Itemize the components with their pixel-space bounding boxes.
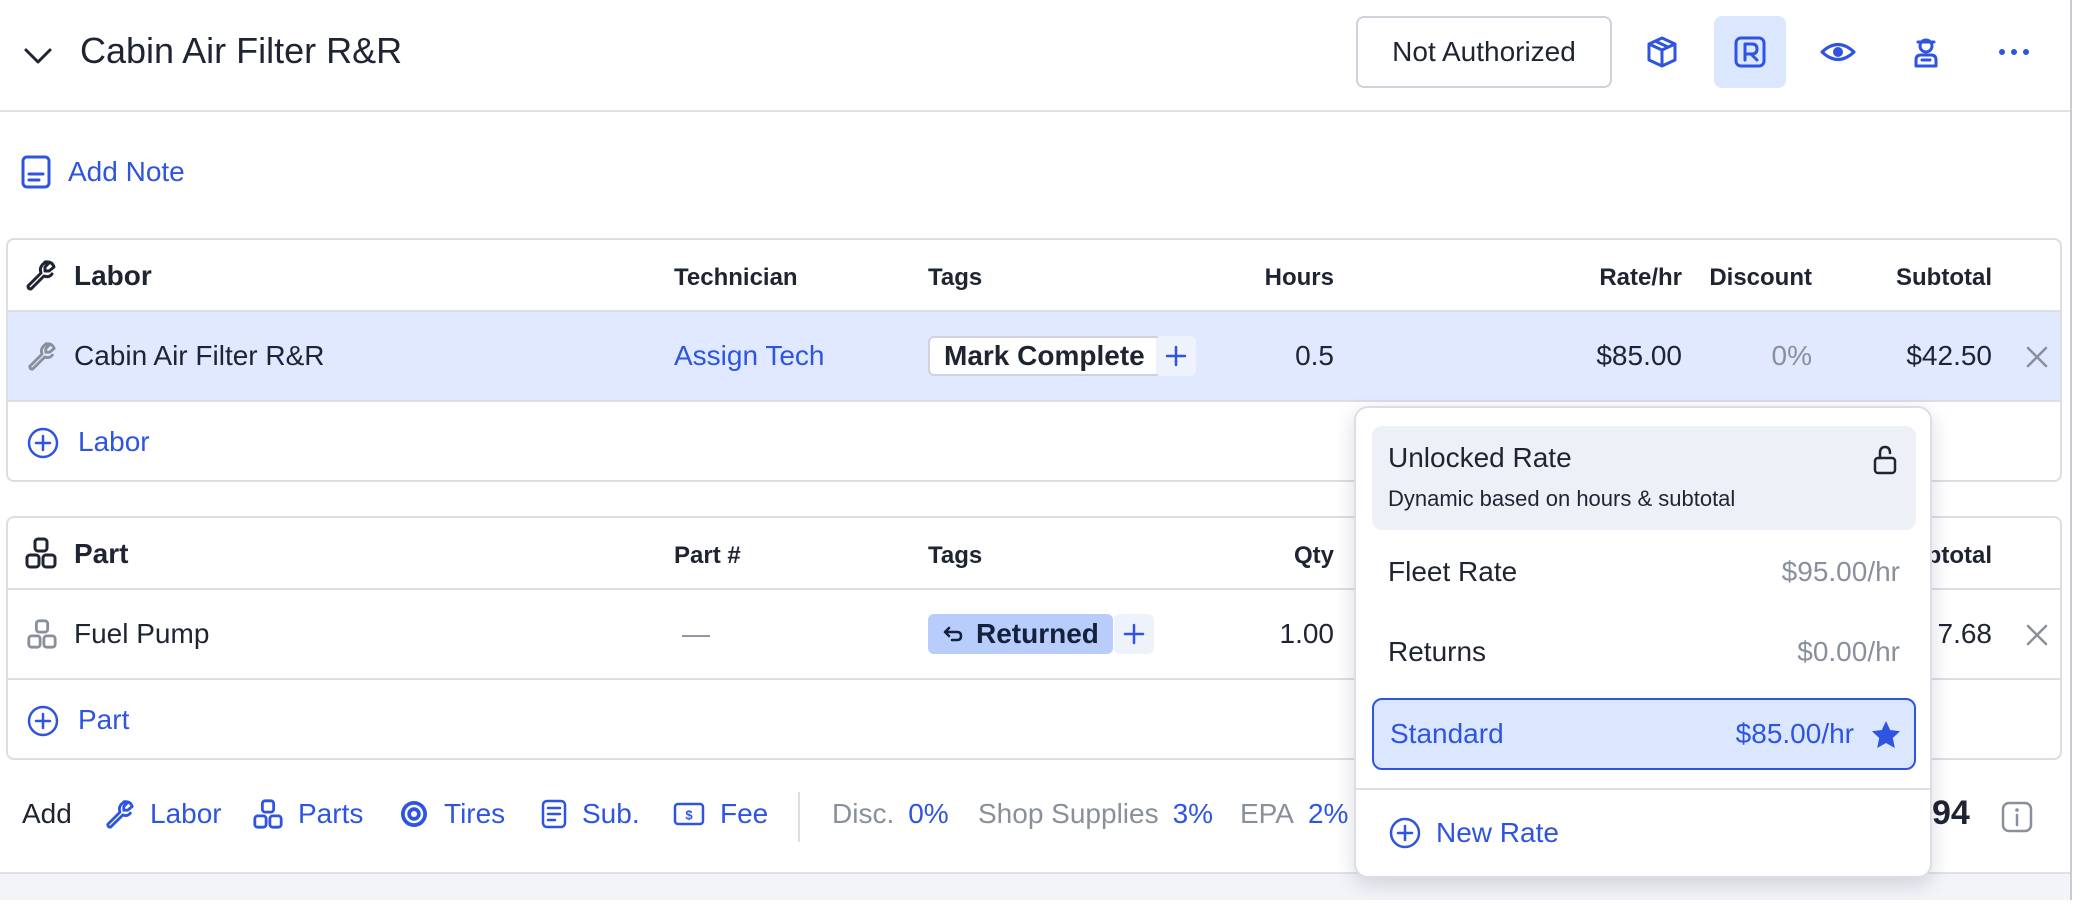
visibility-button[interactable] <box>1802 16 1874 88</box>
technician-button[interactable] <box>1890 16 1962 88</box>
sublet-icon <box>541 799 567 829</box>
add-note-label: Add Note <box>68 156 185 187</box>
part-number-value[interactable]: — <box>682 618 710 650</box>
plus-icon <box>1123 623 1145 645</box>
mark-complete-tag[interactable]: Mark Complete <box>928 336 1161 376</box>
info-icon[interactable] <box>2000 800 2034 834</box>
part-tags-column-header: Tags <box>928 542 983 569</box>
add-tires-button[interactable]: Tires <box>398 798 505 830</box>
labor-rate[interactable]: $85.00 <box>1482 340 1682 372</box>
fleet-rate-value: $95.00/hr <box>1781 556 1900 587</box>
unlock-icon <box>1873 445 1897 475</box>
add-labor-button[interactable]: Labor <box>104 798 222 830</box>
package-button[interactable] <box>1626 16 1698 88</box>
returns-rate-name: Returns <box>1388 636 1487 667</box>
shop-supplies-setting[interactable]: Shop Supplies 3% <box>978 798 1213 830</box>
technician-column-header: Technician <box>674 264 798 291</box>
standard-rate-name: Standard <box>1390 718 1504 749</box>
add-sublet-button[interactable]: Sub. <box>540 798 640 830</box>
hours-column-header: Hours <box>1264 264 1334 291</box>
standard-rate-option[interactable]: Standard $85.00/hr <box>1372 698 1916 770</box>
r-badge-icon <box>1734 36 1766 68</box>
labor-table-header: Labor Technician Tags Hours Rate/hr Disc… <box>8 240 2060 312</box>
returns-rate-value: $0.00/hr <box>1797 636 1900 667</box>
unlocked-rate-option[interactable]: Unlocked Rate Dynamic based on hours & s… <box>1372 426 1916 530</box>
standard-rate-value: $85.00/hr <box>1735 718 1854 749</box>
note-icon <box>21 155 51 189</box>
unlocked-rate-title: Unlocked Rate <box>1388 442 1572 473</box>
add-part-tag-button[interactable] <box>1114 614 1154 654</box>
plus-circle-icon <box>27 705 59 737</box>
epa-setting[interactable]: EPA 2% <box>1240 798 1348 830</box>
parts-icon <box>25 537 57 569</box>
part-section-title: Part <box>74 538 129 569</box>
r-badge-button[interactable] <box>1714 16 1786 88</box>
remove-row-icon[interactable] <box>2022 342 2052 372</box>
footer-divider <box>798 792 800 842</box>
wrench-icon <box>106 800 134 829</box>
plus-circle-icon <box>27 427 59 459</box>
chevron-down-icon[interactable] <box>20 38 56 74</box>
wrench-icon <box>26 260 56 291</box>
returns-rate-option[interactable]: Returns $0.00/hr <box>1372 614 1916 694</box>
subtotal-column-header: Subtotal <box>1896 264 1992 291</box>
add-note-link[interactable]: Add Note <box>20 154 185 190</box>
service-title: Cabin Air Filter R&R <box>80 30 403 71</box>
add-fee-button[interactable]: $ Fee <box>672 798 768 830</box>
labor-rate-dropdown: Unlocked Rate Dynamic based on hours & s… <box>1354 406 1932 878</box>
parts-icon <box>253 799 283 829</box>
shop-supplies-value[interactable]: 3% <box>1173 798 1213 830</box>
service-total: 94 <box>1932 794 1970 832</box>
fleet-rate-name: Fleet Rate <box>1388 556 1518 587</box>
discount-setting[interactable]: Disc. 0% <box>832 798 949 830</box>
add-part-label: Part <box>78 704 130 735</box>
assign-tech-link[interactable]: Assign Tech <box>674 340 824 372</box>
labor-name[interactable]: Cabin Air Filter R&R <box>74 340 325 372</box>
technician-icon <box>1914 38 1938 68</box>
package-icon <box>1647 36 1677 68</box>
add-labor-label: Labor <box>78 426 150 457</box>
authorization-status-button[interactable]: Not Authorized <box>1356 16 1612 88</box>
part-qty[interactable]: 1.00 <box>1184 618 1335 650</box>
part-number-column-header: Part # <box>674 542 741 569</box>
part-name[interactable]: Fuel Pump <box>74 618 209 650</box>
new-rate-label: New Rate <box>1436 817 1559 848</box>
eye-icon <box>1820 43 1856 61</box>
wrench-icon <box>28 342 56 371</box>
labor-subtotal: $42.50 <box>1906 340 1992 371</box>
more-horizontal-icon <box>1999 49 2029 55</box>
labor-section-title: Labor <box>74 260 152 291</box>
svg-text:$: $ <box>685 808 693 823</box>
returned-tag-label: Returned <box>976 618 1099 649</box>
plus-circle-icon <box>1389 817 1421 849</box>
qty-column-header: Qty <box>1293 542 1334 569</box>
tire-icon <box>401 801 427 827</box>
mark-complete-label: Mark Complete <box>944 340 1145 371</box>
new-rate-button[interactable]: New Rate <box>1388 816 1559 850</box>
service-editor: Cabin Air Filter R&R Not Authorized Add … <box>0 0 2072 900</box>
discount-column-header: Discount <box>1709 264 1812 291</box>
add-label: Add <box>22 798 72 829</box>
parts-icon <box>27 619 57 649</box>
add-parts-button[interactable]: Parts <box>252 798 363 830</box>
remove-row-icon[interactable] <box>2022 620 2052 650</box>
rate-column-header: Rate/hr <box>1599 264 1682 291</box>
labor-row[interactable]: Cabin Air Filter R&R Assign Tech Mark Co… <box>8 312 2060 402</box>
unlocked-rate-description: Dynamic based on hours & subtotal <box>1388 486 1736 511</box>
fee-icon: $ <box>673 802 705 826</box>
star-icon[interactable] <box>1870 719 1902 751</box>
dropdown-divider <box>1356 788 1930 790</box>
service-header: Cabin Air Filter R&R Not Authorized <box>0 0 2070 112</box>
fleet-rate-option[interactable]: Fleet Rate $95.00/hr <box>1372 534 1916 614</box>
returned-tag[interactable]: Returned <box>928 614 1113 654</box>
labor-hours[interactable]: 0.5 <box>1184 340 1334 372</box>
discount-value[interactable]: 0% <box>908 798 948 830</box>
epa-value[interactable]: 2% <box>1308 798 1348 830</box>
tags-column-header: Tags <box>928 264 983 291</box>
return-arrow-icon <box>943 626 963 642</box>
labor-discount[interactable]: 0% <box>1702 340 1812 372</box>
more-options-button[interactable] <box>1978 16 2050 88</box>
